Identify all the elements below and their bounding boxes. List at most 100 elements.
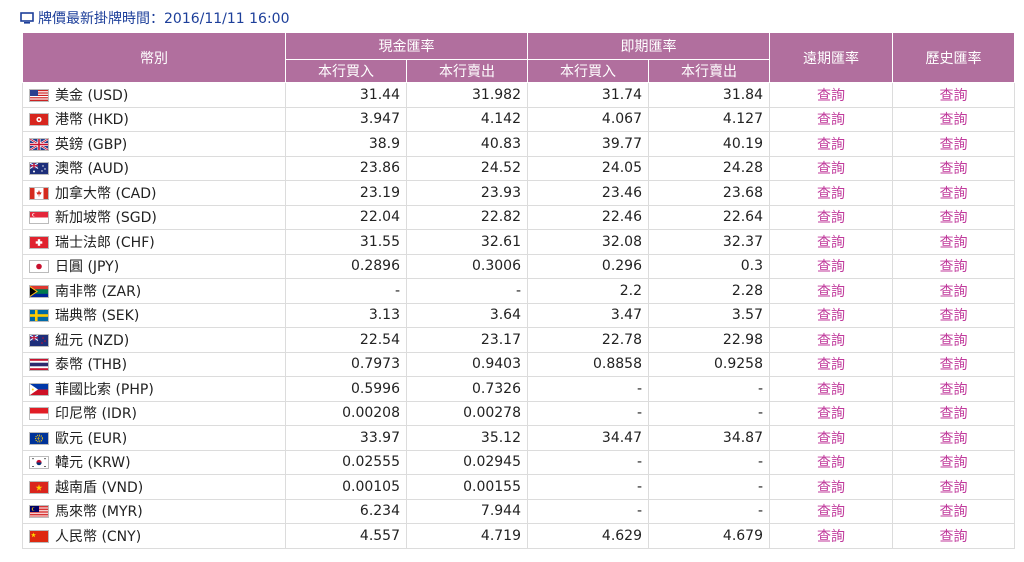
history-rate-query-link[interactable]: 查詢: [892, 253, 1015, 279]
cash-sell-cell: 32.61: [406, 229, 528, 255]
forward-rate-query-link[interactable]: 查詢: [769, 425, 893, 451]
sg-flag-icon: [29, 211, 49, 225]
history-rate-query-link[interactable]: 查詢: [892, 82, 1015, 108]
history-rate-query-link[interactable]: 查詢: [892, 498, 1015, 524]
forward-rate-query-link[interactable]: 查詢: [769, 229, 893, 255]
forward-rate-query-link[interactable]: 查詢: [769, 449, 893, 475]
history-rate-query-link[interactable]: 查詢: [892, 523, 1015, 549]
my-flag-icon: [29, 505, 49, 519]
spot-buy-cell: -: [527, 449, 649, 475]
vn-flag-icon: [29, 480, 49, 494]
spot-buy-cell: 34.47: [527, 425, 649, 451]
forward-rate-query-link[interactable]: 查詢: [769, 351, 893, 377]
cash-sell-cell: 0.02945: [406, 449, 528, 475]
forward-rate-query-link[interactable]: 查詢: [769, 180, 893, 206]
svg-text:€: €: [37, 436, 41, 442]
history-rate-query-link[interactable]: 查詢: [892, 180, 1015, 206]
history-rate-query-link[interactable]: 查詢: [892, 204, 1015, 230]
history-rate-query-link[interactable]: 查詢: [892, 229, 1015, 255]
history-rate-query-link[interactable]: 查詢: [892, 106, 1015, 132]
currency-cell: 日圓 (JPY): [22, 253, 286, 279]
cash-sell-cell: 24.52: [406, 155, 528, 181]
currency-row: 美金 (USD) 31.44 31.982 31.74 31.84 查詢 查詢: [22, 82, 1015, 108]
history-rate-query-link[interactable]: 查詢: [892, 351, 1015, 377]
currency-row: 越南盾 (VND) 0.00105 0.00155- - 查詢 查詢: [22, 474, 1015, 500]
cash-buy-cell: 6.234: [285, 498, 407, 524]
forward-rate-query-link[interactable]: 查詢: [769, 327, 893, 353]
forward-rate-query-link[interactable]: 查詢: [769, 523, 893, 549]
eu-flag-icon: €: [29, 431, 49, 445]
currency-row: 澳幣 (AUD) 23.86 24.52 24.05 24.28 查詢 查詢: [22, 155, 1015, 181]
history-rate-query-link[interactable]: 查詢: [892, 327, 1015, 353]
forward-rate-query-link[interactable]: 查詢: [769, 131, 893, 157]
cash-buy-cell: 31.44: [285, 82, 407, 108]
cash-sell-cell: 4.142: [406, 106, 528, 132]
history-rate-query-link[interactable]: 查詢: [892, 155, 1015, 181]
forward-rate-query-link[interactable]: 查詢: [769, 278, 893, 304]
cash-buy-cell: 23.86: [285, 155, 407, 181]
cash-rate-column-header: 現金匯率: [285, 32, 528, 60]
spot-sell-cell: -: [648, 376, 770, 402]
forward-rate-query-link[interactable]: 查詢: [769, 376, 893, 402]
spot-buy-cell: -: [527, 498, 649, 524]
cash-sell-cell: 31.982: [406, 82, 528, 108]
cash-buy-cell: 31.55: [285, 229, 407, 255]
currency-row: 馬來幣 (MYR) 6.234 7.944- - 查詢 查詢: [22, 498, 1015, 524]
cash-buy-cell: 33.97: [285, 425, 407, 451]
forward-rate-query-link[interactable]: 查詢: [769, 253, 893, 279]
history-rate-query-link[interactable]: 查詢: [892, 376, 1015, 402]
cash-buy-cell: 4.557: [285, 523, 407, 549]
currency-name: 港幣 (HKD): [55, 112, 129, 129]
history-rate-query-link[interactable]: 查詢: [892, 131, 1015, 157]
currency-row: 新加坡幣 (SGD) 22.04 22.82 22.46 22.64 查詢 查詢: [22, 204, 1015, 230]
forward-rate-query-link[interactable]: 查詢: [769, 204, 893, 230]
currency-row: 南非幣 (ZAR) - -2.2 2.28 查詢 查詢: [22, 278, 1015, 304]
forward-rate-query-link[interactable]: 查詢: [769, 82, 893, 108]
id-flag-icon: [29, 407, 49, 421]
currency-row: € 歐元 (EUR) 33.97 35.12 34.47 34.87 查詢 查詢: [22, 425, 1015, 451]
currency-cell: 新加坡幣 (SGD): [22, 204, 286, 230]
currency-row: 紐元 (NZD) 22.54 23.17 22.78 22.98 查詢 查詢: [22, 327, 1015, 353]
spot-buy-cell: 22.46: [527, 204, 649, 230]
cash-sell-cell: 0.00155: [406, 474, 528, 500]
history-rate-query-link[interactable]: 查詢: [892, 449, 1015, 475]
currency-row: 印尼幣 (IDR) 0.00208 0.00278- - 查詢 查詢: [22, 400, 1015, 426]
spot-buy-cell: 0.296: [527, 253, 649, 279]
spot-sell-cell: 22.64: [648, 204, 770, 230]
currency-cell: 港幣 (HKD): [22, 106, 286, 132]
nz-flag-icon: [29, 333, 49, 347]
currency-name: 英鎊 (GBP): [55, 136, 128, 153]
spot-sell-cell: -: [648, 400, 770, 426]
currency-row: 瑞士法郎 (CHF) 31.55 32.61 32.08 32.37 查詢 查詢: [22, 229, 1015, 255]
za-flag-icon: [29, 284, 49, 298]
spot-buy-cell: 3.47: [527, 302, 649, 328]
history-rate-query-link[interactable]: 查詢: [892, 278, 1015, 304]
cash-buy-cell: 0.2896: [285, 253, 407, 279]
history-rate-query-link[interactable]: 查詢: [892, 425, 1015, 451]
currency-cell: 南非幣 (ZAR): [22, 278, 286, 304]
currency-cell: 印尼幣 (IDR): [22, 400, 286, 426]
spot-sell-cell: 2.28: [648, 278, 770, 304]
currency-row: 人民幣 (CNY) 4.557 4.719 4.629 4.679 查詢 查詢: [22, 523, 1015, 549]
forward-rate-query-link[interactable]: 查詢: [769, 400, 893, 426]
history-rate-query-link[interactable]: 查詢: [892, 474, 1015, 500]
forward-rate-query-link[interactable]: 查詢: [769, 474, 893, 500]
currency-row: 日圓 (JPY) 0.2896 0.3006 0.296 0.3 查詢 查詢: [22, 253, 1015, 279]
forward-rate-query-link[interactable]: 查詢: [769, 106, 893, 132]
jp-flag-icon: [29, 260, 49, 274]
history-rate-query-link[interactable]: 查詢: [892, 400, 1015, 426]
spot-buy-cell: 0.8858: [527, 351, 649, 377]
spot-buy-cell: -: [527, 474, 649, 500]
cash-sell-cell: 0.3006: [406, 253, 528, 279]
spot-sell-cell: 0.9258: [648, 351, 770, 377]
forward-rate-query-link[interactable]: 查詢: [769, 155, 893, 181]
page-title: 牌價最新掛牌時間：2016/11/11 16:00: [20, 8, 290, 28]
history-rate-query-link[interactable]: 查詢: [892, 302, 1015, 328]
currency-row: 菲國比索 (PHP) 0.5996 0.7326- - 查詢 查詢: [22, 376, 1015, 402]
currency-column-header: 幣別: [22, 32, 286, 83]
exchange-rate-table: 幣別 現金匯率 即期匯率 遠期匯率 歷史匯率 本行買入 本行賣出 本行買入 本行…: [22, 32, 1015, 549]
spot-sell-cell: 24.28: [648, 155, 770, 181]
forward-rate-query-link[interactable]: 查詢: [769, 302, 893, 328]
forward-rate-query-link[interactable]: 查詢: [769, 498, 893, 524]
cash-buy-cell: 3.13: [285, 302, 407, 328]
